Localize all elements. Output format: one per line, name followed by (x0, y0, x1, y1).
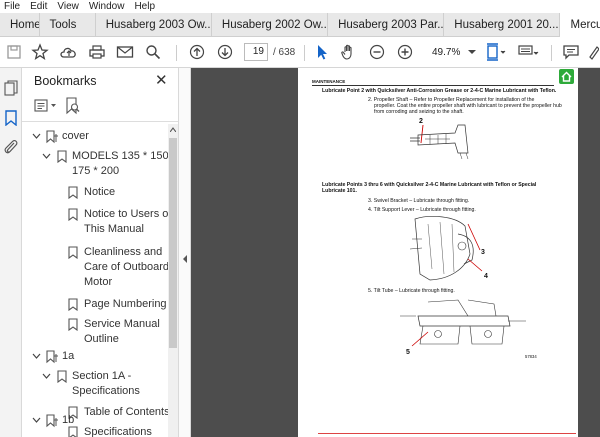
email-icon[interactable] (114, 41, 136, 63)
keyboard-icon[interactable] (516, 41, 540, 63)
bookmark-label: Specifications (84, 426, 152, 437)
bookmarks-panel-icon[interactable] (5, 110, 17, 131)
tab-document[interactable]: Husaberg 2002 Ow... (212, 13, 329, 37)
lubricate-points-heading: Lubricate 101. (322, 188, 357, 194)
bookmarks-toolbar (22, 90, 178, 122)
figure-code: 57834 (525, 354, 537, 359)
sign-pen-icon[interactable] (586, 41, 600, 63)
bookmark-group-icon (46, 130, 58, 144)
tilt-support-lever-text: 4. Tilt Support Lever – Lubricate throug… (368, 207, 476, 213)
page-number-input[interactable]: 19 (244, 43, 268, 61)
menu-window[interactable]: Window (89, 1, 125, 12)
tilt-tube-text: 5. Tilt Tube – Lubricate through fitting… (368, 288, 455, 294)
tab-document[interactable]: Husaberg 2003 Ow... (96, 13, 212, 37)
page-footer-rule (318, 433, 576, 434)
chevron-down-icon[interactable] (32, 417, 41, 423)
tab-tools[interactable]: Tools (40, 13, 96, 37)
select-cursor-icon[interactable] (312, 41, 332, 63)
chevron-up-icon[interactable] (170, 127, 176, 132)
menu-edit[interactable]: Edit (30, 1, 47, 12)
swivel-bracket-text: 3. Swivel Bracket – Lubricate through fi… (368, 198, 470, 204)
bookmark-icon (68, 208, 78, 221)
lubricate-point-2-heading: Lubricate Point 2 with Quicksilver Anti-… (322, 88, 557, 94)
zoom-in-icon[interactable] (394, 41, 416, 63)
bookmark-tree: cover MODELS 135 * 150 * 175 * 200 Notic… (22, 124, 168, 437)
bookmark-label: Table of Contents (84, 406, 168, 418)
bookmark-group-icon (46, 350, 58, 364)
search-bookmark-icon[interactable] (65, 97, 81, 120)
page-total: / 638 (273, 47, 296, 58)
bookmark-icon (68, 318, 78, 331)
tilt-tube-figure (400, 299, 526, 347)
previous-page-icon[interactable] (186, 41, 208, 63)
toolbar-separator (176, 45, 177, 61)
next-page-icon[interactable] (214, 41, 236, 63)
page-thumbnails-icon[interactable] (4, 80, 18, 101)
panel-collapse-handle[interactable] (178, 68, 191, 437)
chevron-left-icon[interactable] (182, 255, 188, 263)
comment-icon[interactable] (560, 41, 582, 63)
cloud-upload-icon[interactable] (58, 41, 80, 63)
tab-home[interactable]: Home (0, 13, 40, 37)
chevron-down-icon[interactable] (42, 153, 51, 159)
bookmark-icon (68, 298, 78, 311)
bookmark-icon (68, 186, 78, 199)
tab-document-active[interactable]: Mercu (560, 13, 600, 37)
chevron-down-icon[interactable] (466, 41, 478, 63)
toolbar: 19 / 638 49.7% (0, 37, 600, 68)
bookmark-label: 1a (62, 350, 75, 362)
save-icon[interactable] (4, 41, 24, 63)
bookmark-options-icon[interactable] (34, 99, 58, 118)
menu-bar: File Edit View Window Help (0, 0, 600, 13)
bookmark-star-icon[interactable] (30, 41, 50, 63)
callout-5: 5 (406, 349, 410, 356)
zoom-out-icon[interactable] (366, 41, 388, 63)
scrollbar-thumb[interactable] (169, 138, 177, 348)
attachments-paperclip-icon[interactable] (3, 138, 19, 161)
bookmark-icon (57, 150, 67, 163)
zoom-level[interactable]: 49.7% (432, 47, 460, 58)
document-page: MAINTENANCE Lubricate Point 2 with Quick… (298, 68, 578, 437)
chevron-down-icon[interactable] (32, 133, 41, 139)
bookmark-label: 175 * 200 (72, 165, 120, 177)
bookmark-group-icon (46, 414, 58, 428)
propeller-shaft-text: from corroding and seizing to the shaft. (374, 109, 464, 115)
bookmark-label: Page Numbering (84, 298, 167, 310)
tab-bar: Home Tools Husaberg 2003 Ow... Husaberg … (0, 13, 600, 37)
bookmarks-scrollbar[interactable] (168, 124, 178, 437)
toolbar-separator (551, 45, 552, 61)
bookmark-label: This Manual (84, 223, 144, 235)
bookmark-icon (68, 246, 78, 259)
fit-page-icon[interactable] (484, 41, 508, 63)
close-icon[interactable]: ✕ (155, 71, 168, 89)
chevron-down-icon[interactable] (32, 353, 41, 359)
chevron-down-icon[interactable] (42, 373, 51, 379)
hand-tool-icon[interactable] (338, 41, 360, 63)
bookmark-label: 1b (62, 414, 75, 426)
tab-document[interactable]: Husaberg 2003 Par... (328, 13, 445, 37)
bookmark-label: Specifications (72, 385, 140, 397)
bookmark-icon (57, 370, 67, 383)
callout-4: 4 (484, 273, 488, 280)
menu-help[interactable]: Help (134, 1, 155, 12)
bookmarks-title: Bookmarks (34, 74, 97, 88)
document-canvas[interactable]: MAINTENANCE Lubricate Point 2 with Quick… (191, 68, 600, 437)
propeller-shaft-figure (410, 124, 469, 160)
menu-file[interactable]: File (4, 1, 20, 12)
bookmark-label: Notice (84, 186, 116, 198)
print-icon[interactable] (86, 41, 108, 63)
bookmark-label: Outline (84, 333, 119, 345)
menu-view[interactable]: View (57, 1, 79, 12)
toolbar-separator (304, 45, 305, 61)
navigation-icon-strip (0, 68, 22, 437)
header-rule (312, 85, 554, 86)
callout-3: 3 (481, 249, 485, 256)
bookmarks-panel: Bookmarks ✕ cover MODELS 135 * 150 * 175… (22, 68, 178, 437)
search-icon[interactable] (142, 41, 164, 63)
bookmark-label: Motor (84, 276, 113, 288)
tab-document[interactable]: Husaberg 2001 20... (444, 13, 561, 37)
home-icon[interactable] (559, 69, 574, 84)
bookmark-label: cover (62, 130, 89, 142)
